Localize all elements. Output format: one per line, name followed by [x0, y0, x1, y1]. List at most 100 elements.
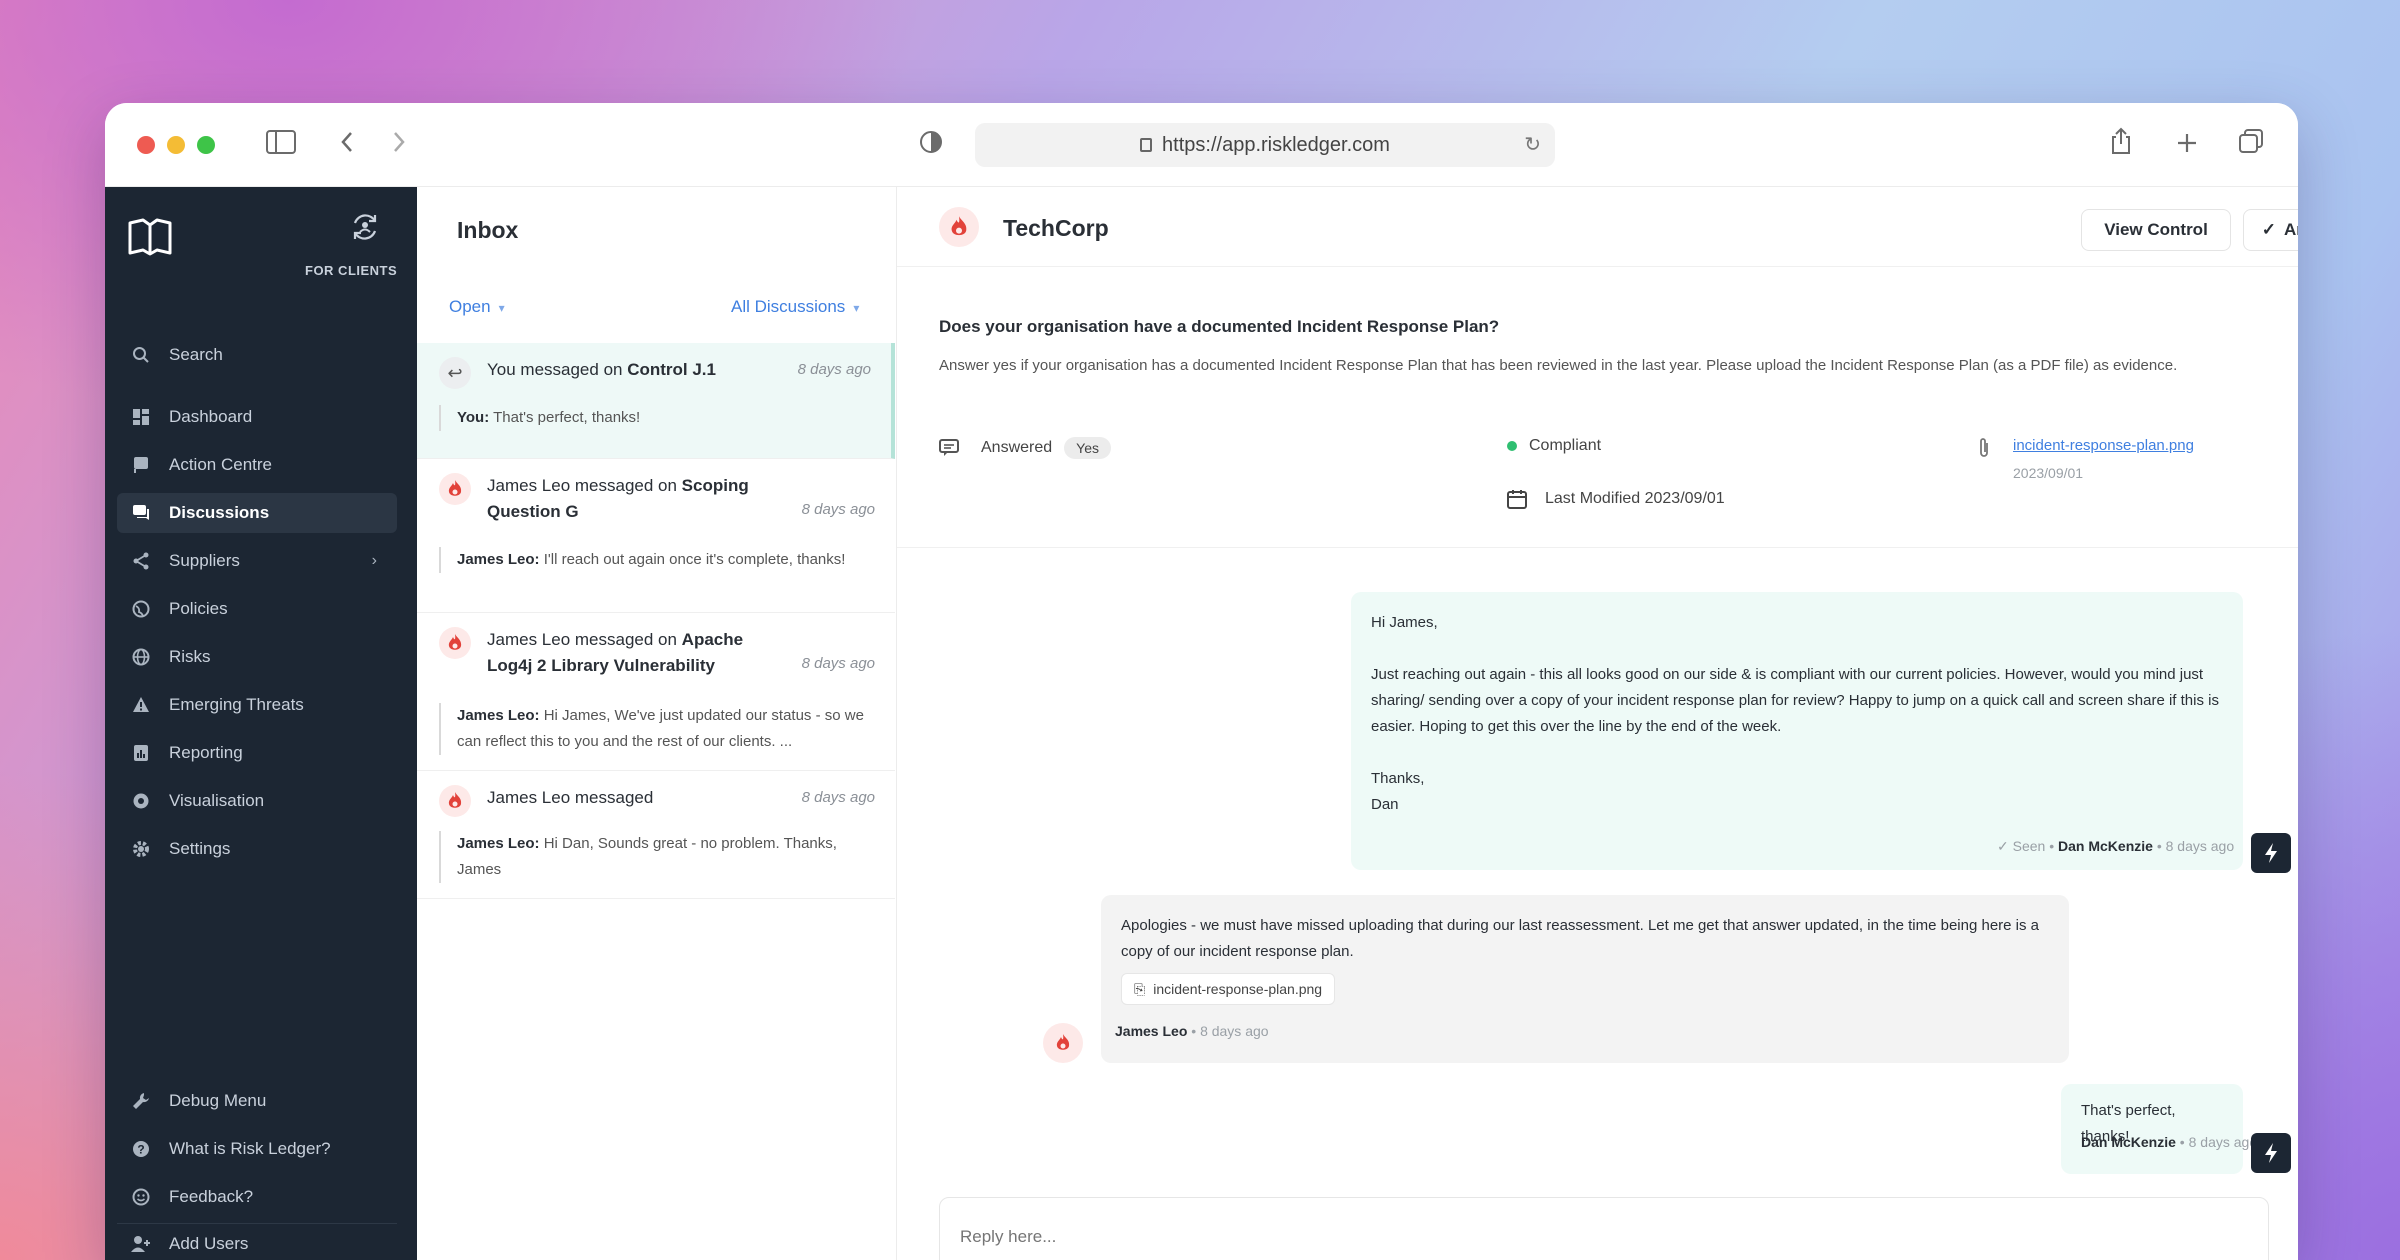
message-time: 8 days ago — [2188, 1134, 2258, 1150]
sidebar-item-feedback[interactable]: Feedback? — [117, 1177, 397, 1217]
privacy-shield-icon[interactable] — [913, 127, 949, 163]
address-bar[interactable]: https://app.riskledger.com ↻ — [975, 123, 1555, 167]
answered-status: Answered Yes — [939, 437, 1111, 459]
sidebar-item-label: Discussions — [169, 503, 270, 522]
sidebar-item-settings[interactable]: Settings — [117, 829, 397, 869]
svg-text:?: ? — [137, 1143, 144, 1157]
sidebar-item-label: Visualisation — [169, 791, 265, 810]
status-filter-value: Open — [449, 297, 491, 316]
user-avatar-bolt-icon — [2251, 1133, 2291, 1173]
inbox-item[interactable]: James Leo messaged 8 days ago James Leo:… — [417, 771, 895, 899]
sidebar-item-discussions[interactable]: Discussions — [117, 493, 397, 533]
answer-value-badge: Yes — [1064, 437, 1111, 459]
inbox-item-preview: You: That's perfect, thanks! — [439, 405, 869, 431]
sidebar-item-label: Action Centre — [169, 455, 272, 474]
risk-globe-icon — [131, 647, 151, 667]
inbox-item-preview: James Leo: I'll reach out again once it'… — [439, 547, 869, 573]
inbox-item-preview: James Leo: Hi Dan, Sounds great - no pro… — [439, 831, 869, 883]
minimize-window-button[interactable] — [167, 136, 185, 154]
paperclip-icon — [1977, 437, 1991, 459]
back-icon[interactable] — [329, 127, 365, 163]
sidebar-item-label: Dashboard — [169, 407, 253, 426]
flag-icon — [131, 455, 151, 475]
sidebar-item-reporting[interactable]: Reporting — [117, 733, 397, 773]
inbox-item-preview: James Leo: Hi James, We've just updated … — [439, 703, 869, 755]
message-author: Dan McKenzie — [2058, 838, 2153, 854]
sidebar-item-label: What is Risk Ledger? — [169, 1139, 331, 1158]
message-author: Dan McKenzie — [2081, 1134, 2176, 1150]
sidebar-item-label: Suppliers — [169, 551, 240, 570]
sidebar-item-label: Emerging Threats — [169, 695, 304, 714]
archive-button[interactable]: ✓ Archive — [2243, 209, 2298, 251]
sidebar: FOR CLIENTS Search Dashboard Action Cent… — [105, 187, 417, 1260]
message-meta: James Leo • 8 days ago — [1115, 1023, 1269, 1039]
sidebar-item-label: Feedback? — [169, 1187, 254, 1206]
company-fire-icon — [1043, 1023, 1083, 1063]
search-icon — [131, 345, 151, 365]
company-fire-icon — [439, 473, 471, 505]
risk-ledger-logo-icon[interactable] — [127, 217, 173, 257]
company-name: TechCorp — [1003, 215, 1109, 241]
message-bubble-outgoing: Hi James, Just reaching out again - this… — [1351, 592, 2243, 870]
message-attachment[interactable]: ⎘ incident-response-plan.png — [1121, 973, 1336, 1005]
inbox-item[interactable]: ↩ You messaged on Control J.1 8 days ago… — [417, 343, 895, 459]
chevron-down-icon: ▾ — [853, 301, 860, 315]
last-modified: Last Modified 2023/09/01 — [1507, 489, 1725, 509]
sidebar-item-search[interactable]: Search — [117, 335, 397, 375]
sidebar-item-policies[interactable]: Policies — [117, 589, 397, 629]
chat-icon — [131, 503, 151, 523]
reply-arrow-icon: ↩ — [439, 357, 471, 389]
forward-icon[interactable] — [381, 127, 417, 163]
report-icon — [131, 743, 151, 763]
discussion-type-dropdown[interactable]: All Discussions ▾ — [731, 297, 859, 317]
chevron-down-icon: ▾ — [498, 301, 505, 315]
reload-icon[interactable]: ↻ — [1524, 123, 1541, 167]
sidebar-item-label: Policies — [169, 599, 228, 618]
sidebar-item-risks[interactable]: Risks — [117, 637, 397, 677]
tab-overview-icon[interactable] — [2233, 127, 2269, 163]
sidebar-item-what-is-risk-ledger[interactable]: ? What is Risk Ledger? — [117, 1129, 397, 1169]
inbox-item-time: 8 days ago — [797, 361, 871, 378]
inbox-panel: Inbox Open ▾ All Discussions ▾ ↩ You messa… — [417, 187, 897, 1260]
paperclip-icon: ⎘ — [1134, 981, 1146, 997]
inbox-item-time: 8 days ago — [801, 655, 875, 672]
browser-toolbar: https://app.riskledger.com ↻ — [105, 103, 2298, 187]
inbox-item-title: James Leo messaged on Scoping Question G — [487, 476, 749, 521]
inbox-item-time: 8 days ago — [801, 501, 875, 518]
inbox-item[interactable]: James Leo messaged on Scoping Question G… — [417, 459, 895, 613]
sidebar-item-add-users[interactable]: Add Users — [117, 1223, 397, 1260]
switch-clients-icon[interactable] — [349, 211, 381, 243]
detail-header: TechCorp View Control ✓ Archive — [897, 187, 2298, 267]
new-tab-icon[interactable] — [2169, 127, 2205, 163]
lock-icon — [1140, 138, 1153, 152]
attachment-link[interactable]: incident-response-plan.png — [2013, 437, 2194, 454]
inbox-item[interactable]: James Leo messaged on Apache Log4j 2 Lib… — [417, 613, 895, 771]
share-icon[interactable] — [2103, 127, 2139, 163]
reply-input[interactable] — [939, 1197, 2269, 1260]
maximize-window-button[interactable] — [197, 136, 215, 154]
share-nodes-icon — [131, 551, 151, 571]
user-avatar-bolt-icon — [2251, 833, 2291, 873]
message-meta: Dan McKenzie • 8 days ago — [2081, 1134, 2258, 1150]
message-line: Dan — [1371, 796, 1399, 813]
message-author: James Leo — [1115, 1023, 1188, 1039]
message-bubble-outgoing: That's perfect, thanks! — [2061, 1084, 2243, 1174]
sidebar-item-visualisation[interactable]: Visualisation — [117, 781, 397, 821]
status-filter-dropdown[interactable]: Open ▾ — [449, 297, 505, 317]
sidebar-toggle-icon[interactable] — [263, 127, 299, 163]
visualisation-icon — [131, 791, 151, 811]
message-line: Just reaching out again - this all looks… — [1371, 666, 2219, 735]
sidebar-item-label: Risks — [169, 647, 211, 666]
sidebar-item-emerging-threats[interactable]: Emerging Threats — [117, 685, 397, 725]
sidebar-item-dashboard[interactable]: Dashboard — [117, 397, 397, 437]
sidebar-item-debug-menu[interactable]: Debug Menu — [117, 1081, 397, 1121]
sidebar-item-label: Search — [169, 345, 223, 364]
close-window-button[interactable] — [137, 136, 155, 154]
archive-label: Archive — [2283, 220, 2298, 239]
inbox-item-title: James Leo messaged — [487, 788, 654, 807]
sidebar-item-suppliers[interactable]: Suppliers › — [117, 541, 397, 581]
message-time: 8 days ago — [1200, 1023, 1269, 1039]
message-line: Thanks, — [1371, 770, 1425, 787]
view-control-button[interactable]: View Control — [2081, 209, 2231, 251]
sidebar-item-action-centre[interactable]: Action Centre — [117, 445, 397, 485]
